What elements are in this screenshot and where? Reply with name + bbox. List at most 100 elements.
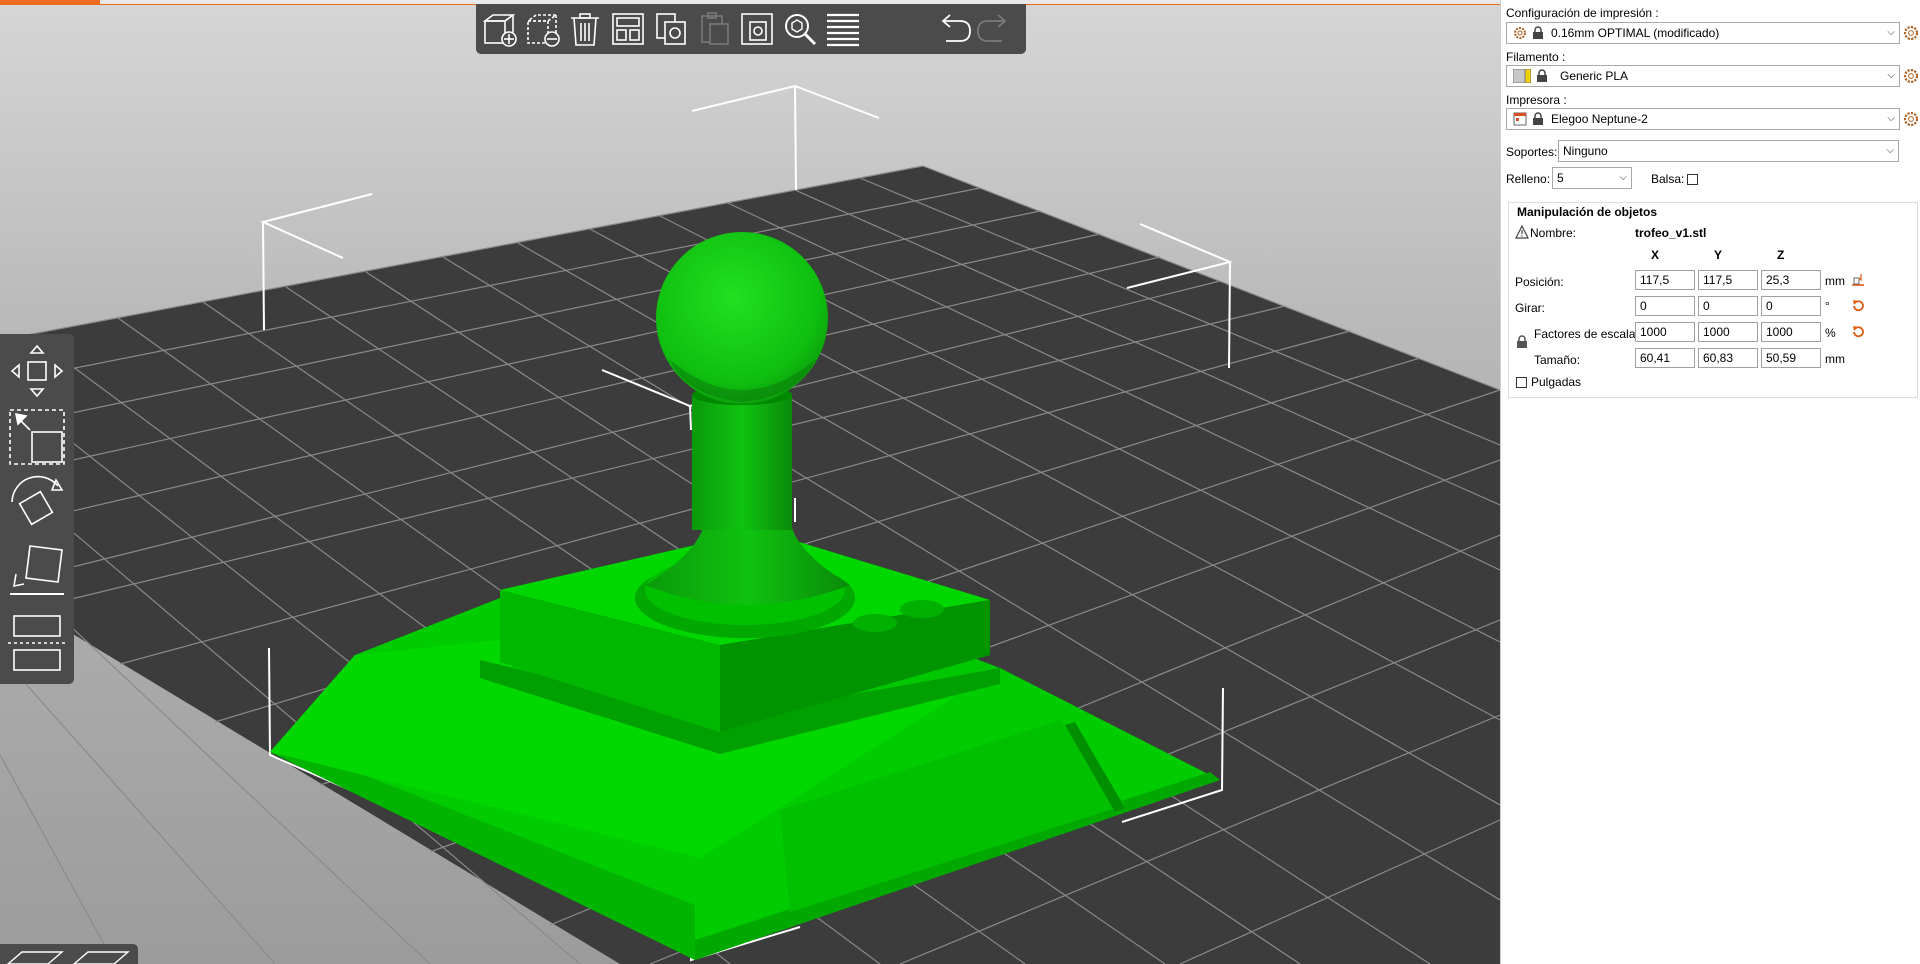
infill-select[interactable]: 5 ⌵ bbox=[1552, 167, 1632, 189]
place-on-face-icon bbox=[10, 545, 64, 595]
size-y-input[interactable]: 60,83 bbox=[1698, 348, 1758, 368]
object-manipulation-title: Manipulación de objetos bbox=[1517, 205, 1658, 219]
copy-icon bbox=[656, 13, 686, 45]
delete-all-button[interactable] bbox=[565, 9, 605, 49]
redo-button[interactable] bbox=[976, 9, 1016, 49]
instances-button[interactable] bbox=[737, 9, 777, 49]
scale-x-input[interactable]: 1000 bbox=[1635, 322, 1695, 342]
move-icon bbox=[10, 344, 64, 398]
rotate-tool[interactable] bbox=[6, 472, 68, 534]
reset-rotation-icon[interactable] bbox=[1851, 299, 1865, 313]
lock-icon bbox=[1537, 69, 1547, 82]
3d-scene[interactable] bbox=[0, 0, 1500, 964]
inches-label: Pulgadas bbox=[1531, 375, 1582, 389]
search-button[interactable] bbox=[780, 9, 820, 49]
reset-scale-icon[interactable] bbox=[1851, 325, 1865, 339]
layers-button[interactable] bbox=[823, 9, 863, 49]
rotate-y-input[interactable]: 0 bbox=[1698, 296, 1758, 316]
print-settings-label: Configuración de impresión : bbox=[1506, 6, 1659, 20]
layers-icon bbox=[827, 13, 859, 47]
position-label: Posición: bbox=[1515, 275, 1564, 289]
raft-label: Balsa: bbox=[1651, 172, 1685, 186]
lock-icon bbox=[1533, 26, 1543, 39]
gear-icon bbox=[1514, 27, 1526, 39]
sidebar-panel: Configuración de impresión : 0.16mm OPTI… bbox=[1500, 0, 1920, 964]
infill-value: 5 bbox=[1557, 171, 1564, 185]
paste-icon bbox=[701, 12, 729, 45]
inches-checkbox[interactable] bbox=[1516, 377, 1527, 388]
lock-icon bbox=[1533, 112, 1543, 125]
infill-label: Relleno: bbox=[1506, 172, 1551, 186]
raft-checkbox[interactable] bbox=[1687, 174, 1698, 185]
rotate-x-input[interactable]: 0 bbox=[1635, 296, 1695, 316]
view-icons bbox=[6, 951, 130, 964]
undo-button[interactable] bbox=[932, 9, 972, 49]
print-settings-select[interactable]: 0.16mm OPTIMAL (modificado) ⌵ bbox=[1506, 22, 1900, 44]
scale-tool[interactable] bbox=[6, 406, 68, 468]
size-unit: mm bbox=[1825, 352, 1845, 366]
iso-view-icon bbox=[6, 951, 64, 964]
view-selector bbox=[0, 944, 138, 964]
filament-gear-icon[interactable] bbox=[1903, 68, 1919, 84]
lock-icon[interactable] bbox=[1515, 335, 1529, 349]
position-x-input[interactable]: 117,5 bbox=[1635, 270, 1695, 290]
object-manipulation: Manipulación de objetos Nombre: trofeo_v… bbox=[1508, 202, 1918, 398]
drop-to-bed-icon[interactable] bbox=[1851, 273, 1865, 287]
delete-all-icon bbox=[571, 13, 599, 46]
top-toolbar bbox=[476, 4, 1026, 54]
add-icon bbox=[482, 14, 517, 47]
3d-viewport[interactable] bbox=[0, 0, 1500, 964]
printer-select[interactable]: Elegoo Neptune-2 ⌵ bbox=[1506, 108, 1900, 130]
axis-y-header: Y bbox=[1714, 248, 1723, 262]
supports-label: Soportes: bbox=[1506, 145, 1558, 159]
rotate-icon bbox=[11, 475, 64, 526]
delete-button[interactable] bbox=[522, 9, 562, 49]
delete-icon bbox=[525, 14, 560, 47]
cut-tool[interactable] bbox=[6, 612, 68, 674]
copy-button[interactable] bbox=[651, 9, 691, 49]
rotate-label: Girar: bbox=[1515, 301, 1545, 315]
print-settings-gear-icon[interactable] bbox=[1903, 25, 1919, 41]
place-on-face-tool[interactable] bbox=[6, 538, 68, 600]
instances-icon bbox=[741, 13, 773, 45]
arrange-icon bbox=[612, 13, 644, 45]
scale-icon bbox=[9, 409, 65, 465]
scale-z-input[interactable]: 1000 bbox=[1761, 322, 1821, 342]
chevron-down-icon: ⌵ bbox=[1887, 27, 1895, 38]
printer-value: Elegoo Neptune-2 bbox=[1551, 112, 1648, 126]
add-button[interactable] bbox=[479, 9, 519, 49]
cut-icon bbox=[8, 615, 66, 671]
search-icon bbox=[785, 14, 817, 46]
supports-value: Ninguno bbox=[1563, 144, 1608, 158]
position-y-input[interactable]: 117,5 bbox=[1698, 270, 1758, 290]
chevron-down-icon: ⌵ bbox=[1887, 70, 1895, 81]
axis-x-header: X bbox=[1651, 248, 1660, 262]
name-label: Nombre: bbox=[1530, 226, 1577, 240]
filament-color-icon bbox=[1513, 69, 1531, 83]
position-unit: mm bbox=[1825, 274, 1845, 288]
gizmo-toolbar bbox=[0, 334, 74, 684]
size-label: Tamaño: bbox=[1534, 353, 1581, 367]
filament-value: Generic PLA bbox=[1560, 69, 1629, 83]
filament-select[interactable]: Generic PLA ⌵ bbox=[1506, 65, 1900, 87]
axis-z-header: Z bbox=[1777, 248, 1785, 262]
scale-y-input[interactable]: 1000 bbox=[1698, 322, 1758, 342]
printer-icon bbox=[1513, 112, 1527, 126]
arrange-button[interactable] bbox=[608, 9, 648, 49]
move-tool[interactable] bbox=[6, 340, 68, 402]
printer-label: Impresora : bbox=[1506, 93, 1567, 107]
chevron-down-icon: ⌵ bbox=[1619, 172, 1627, 183]
position-z-input[interactable]: 25,3 bbox=[1761, 270, 1821, 290]
scale-unit: % bbox=[1825, 326, 1836, 340]
size-x-input[interactable]: 60,41 bbox=[1635, 348, 1695, 368]
top-view-icon bbox=[72, 951, 130, 964]
supports-select[interactable]: Ninguno ⌵ bbox=[1558, 140, 1899, 162]
rotate-unit: ° bbox=[1825, 299, 1830, 313]
scale-label: Factores de escala: bbox=[1534, 327, 1639, 341]
paste-button[interactable] bbox=[694, 9, 734, 49]
rotate-z-input[interactable]: 0 bbox=[1761, 296, 1821, 316]
printer-gear-icon[interactable] bbox=[1903, 111, 1919, 127]
warning-icon bbox=[1515, 225, 1529, 239]
undo-icon bbox=[941, 14, 971, 42]
size-z-input[interactable]: 50,59 bbox=[1761, 348, 1821, 368]
